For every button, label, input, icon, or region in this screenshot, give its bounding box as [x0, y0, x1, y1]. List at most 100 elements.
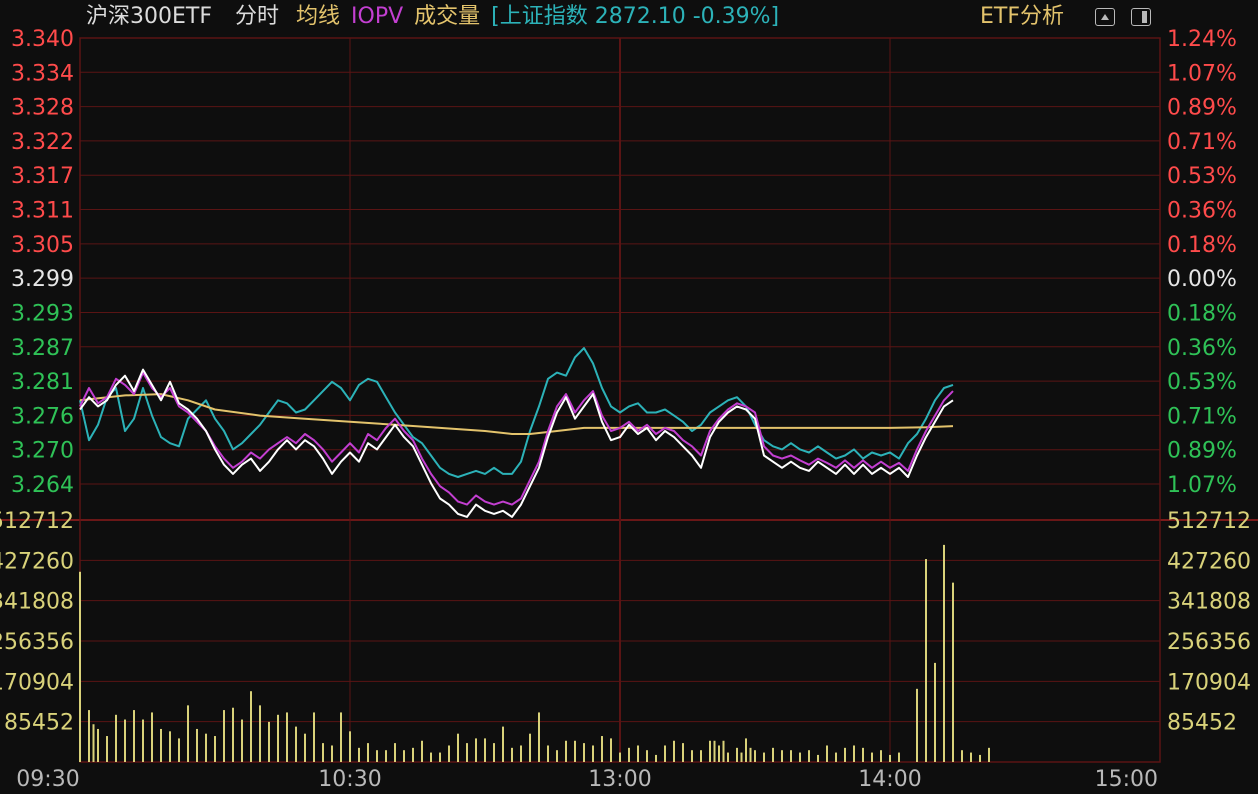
- volume-bar: [232, 707, 234, 762]
- volume-bar: [340, 712, 342, 762]
- volume-bar: [358, 747, 360, 762]
- volume-bar: [331, 745, 333, 762]
- volume-bar: [988, 747, 990, 762]
- volume-bar: [241, 719, 243, 762]
- price-tick-label: 3.340: [11, 27, 74, 52]
- volume-bar: [763, 752, 765, 762]
- volume-bar: [880, 750, 882, 762]
- volume-bar: [349, 731, 351, 762]
- volume-bar: [826, 745, 828, 762]
- volume-tick-label-right: 427260: [1167, 549, 1251, 574]
- price-tick-label: 3.328: [11, 96, 74, 121]
- volume-bar: [952, 582, 954, 762]
- volume-bar: [709, 740, 711, 762]
- volume-bar: [565, 740, 567, 762]
- header-bar: 沪深300ETF 分时 均线 IOPV 成交量 [上证指数 2872.10 -0…: [86, 2, 779, 32]
- volume-bar: [502, 726, 504, 762]
- volume-bar: [151, 712, 153, 762]
- avg-legend: 均线: [296, 4, 341, 29]
- etf-analysis-link[interactable]: ETF分析: [980, 2, 1064, 32]
- volume-bar: [106, 736, 108, 762]
- volume-bar: [637, 745, 639, 762]
- volume-bar: [322, 743, 324, 762]
- percent-tick-label: 0.53%: [1167, 370, 1237, 395]
- volume-bar: [88, 710, 90, 762]
- volume-bar: [799, 752, 801, 762]
- volume-bar: [817, 754, 819, 762]
- volume-bar: [196, 728, 198, 762]
- volume-bar: [484, 738, 486, 762]
- volume-bar: [979, 754, 981, 762]
- price-tick-label: 3.317: [11, 164, 74, 189]
- intraday-chart: 3.340 3.334 3.328 3.322 3.317 3.311 3.305 3.299…: [0, 27, 1258, 792]
- volume-bar: [304, 733, 306, 762]
- volume-bar: [295, 726, 297, 762]
- series-line-price: [79, 368, 954, 518]
- volume-tick-label: 170904: [0, 670, 74, 695]
- percent-tick-label: 0.36%: [1167, 199, 1237, 224]
- volume-bar: [740, 752, 743, 762]
- volume-bar: [178, 738, 180, 762]
- fund-title: 沪深300ETF: [86, 4, 212, 29]
- volume-bar: [835, 752, 837, 762]
- volume-bar: [655, 754, 657, 762]
- volume-bar: [844, 747, 846, 762]
- volume-bar: [862, 747, 864, 762]
- volume-bar: [664, 745, 666, 762]
- volume-bar: [466, 743, 468, 762]
- time-tick-label: 10:30: [318, 767, 381, 792]
- series-line-iopv: [79, 371, 954, 506]
- volume-bar: [853, 745, 855, 762]
- volume-bar: [394, 743, 396, 762]
- volume-tick-label: 256356: [0, 630, 74, 655]
- volume-tick-label-right: 512712: [1167, 509, 1251, 534]
- volume-bar: [160, 728, 162, 762]
- percent-tick-label: 0.71%: [1167, 130, 1237, 155]
- volume-bar: [682, 743, 684, 762]
- volume-bar: [115, 714, 117, 762]
- price-tick-label: 3.276: [11, 404, 74, 429]
- volume-bar: [749, 747, 752, 762]
- time-tick-label: 15:00: [1095, 767, 1158, 792]
- volume-tick-label: 512712: [0, 509, 74, 534]
- series-line-index: [79, 347, 954, 478]
- volume-bar: [790, 750, 792, 762]
- price-axis-left: 3.340 3.334 3.328 3.322 3.317 3.311 3.305 3.299…: [0, 27, 74, 736]
- index-legend: [上证指数 2872.10 -0.39%]: [491, 4, 780, 29]
- volume-bar: [277, 714, 279, 762]
- volume-bar: [713, 740, 716, 762]
- panel-toggle-icon[interactable]: [1131, 8, 1151, 26]
- price-tick-label: 3.299: [11, 267, 74, 292]
- volume-tick-label: 85452: [4, 711, 74, 736]
- volume-bar: [961, 750, 963, 762]
- volume-bar: [700, 750, 702, 762]
- volume-bar: [79, 571, 81, 762]
- volume-bar: [754, 750, 756, 762]
- volume-bar: [385, 750, 387, 762]
- percent-tick-label: 0.36%: [1167, 336, 1237, 361]
- volume-bar: [529, 733, 531, 762]
- volume-bar: [916, 688, 918, 762]
- volume-tick-label-right: 85452: [1167, 711, 1237, 736]
- volume-bar: [493, 743, 495, 762]
- price-tick-label: 3.287: [11, 336, 74, 361]
- volume-bar: [619, 752, 621, 762]
- price-axis-right: 1.24% 1.07% 0.89% 0.71% 0.53% 0.36% 0.18% 0.00%…: [1167, 27, 1251, 736]
- volume-bar: [538, 712, 540, 762]
- percent-tick-label: 1.24%: [1167, 27, 1237, 52]
- mode-label[interactable]: 分时: [235, 4, 279, 29]
- volume-bar: [718, 745, 720, 762]
- volume-bar: [511, 747, 513, 762]
- percent-tick-label: 0.89%: [1167, 96, 1237, 121]
- volume-bar: [430, 752, 432, 762]
- expand-up-icon[interactable]: [1095, 8, 1115, 26]
- volume-bar: [646, 750, 648, 762]
- price-tick-label: 3.322: [11, 130, 74, 155]
- volume-bar: [556, 750, 558, 762]
- volume-bar: [871, 752, 873, 762]
- volume-bar: [412, 747, 414, 762]
- price-tick-label: 3.270: [11, 439, 74, 464]
- volume-bar: [592, 745, 594, 762]
- volume-bar: [970, 752, 972, 762]
- volume-bar: [808, 750, 810, 762]
